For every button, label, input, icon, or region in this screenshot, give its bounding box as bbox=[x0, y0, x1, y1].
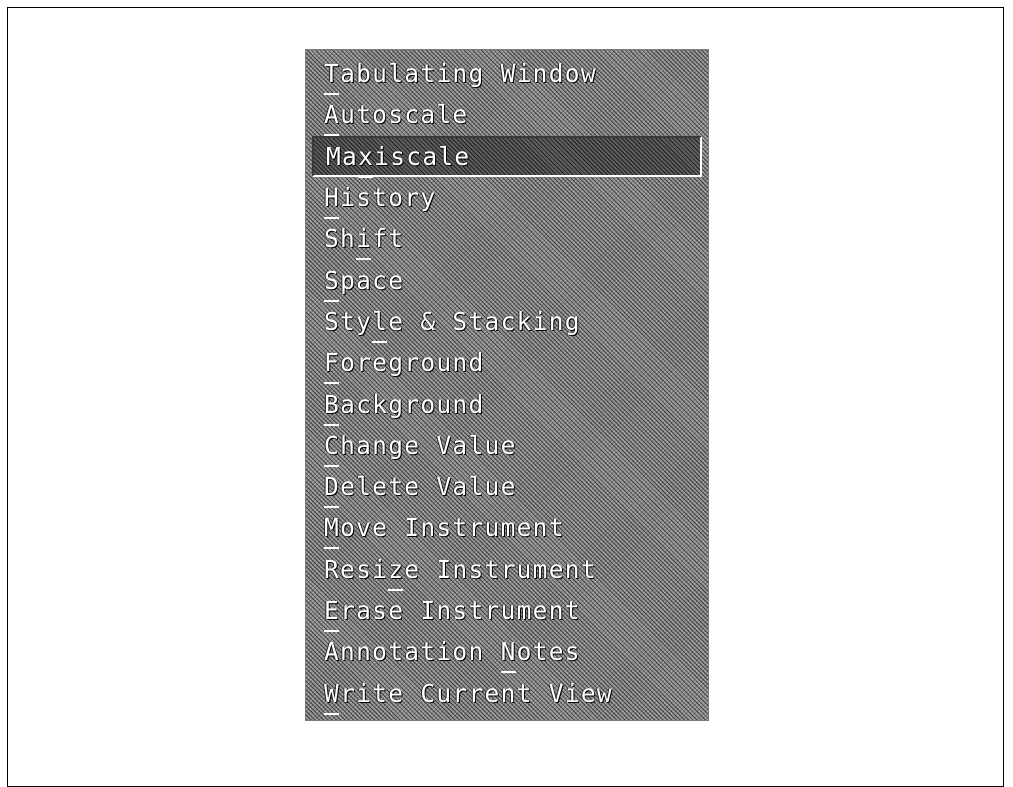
menu-item-foreground[interactable]: Foreground bbox=[306, 342, 708, 385]
menu-item-move-instrument[interactable]: Move Instrument bbox=[306, 507, 708, 550]
menu-item-autoscale[interactable]: Autoscale bbox=[306, 94, 708, 137]
menu-item-label: History bbox=[324, 183, 437, 220]
menu-item-label: Space bbox=[324, 265, 405, 302]
menu-item-style-stacking[interactable]: Style & Stacking bbox=[306, 301, 708, 343]
menu-item-maxiscale[interactable]: Maxiscale bbox=[312, 135, 702, 178]
menu-item-background[interactable]: Background bbox=[306, 383, 708, 426]
context-menu: Tabulating Window Autoscale Maxiscale Hi… bbox=[305, 49, 709, 721]
menu-item-erase-instrument[interactable]: Erase Instrument bbox=[306, 590, 708, 632]
menu-item-label: Autoscale bbox=[324, 100, 469, 137]
menu-item-label: Foreground bbox=[324, 348, 485, 385]
menu-item-label: Style & Stacking bbox=[324, 306, 581, 343]
menu-item-space[interactable]: Space bbox=[306, 259, 708, 302]
menu-item-resize-instrument[interactable]: Resize Instrument bbox=[306, 549, 708, 591]
menu-item-label: Write Current View bbox=[324, 678, 613, 715]
menu-item-label: Shift bbox=[324, 224, 405, 261]
menu-item-label: Erase Instrument bbox=[324, 596, 581, 632]
menu-item-annotation-notes[interactable]: Annotation Notes bbox=[306, 631, 708, 674]
menu-item-change-value[interactable]: Change Value bbox=[306, 425, 708, 467]
menu-item-label: Resize Instrument bbox=[324, 554, 597, 591]
menu-item-shift[interactable]: Shift bbox=[306, 218, 708, 261]
menu-item-label: Change Value bbox=[324, 430, 517, 467]
menu-item-label: Delete Value bbox=[324, 472, 517, 509]
menu-item-delete-value[interactable]: Delete Value bbox=[306, 466, 708, 509]
menu-item-label: Tabulating Window bbox=[324, 59, 597, 96]
menu-item-label: Move Instrument bbox=[324, 513, 565, 550]
menu-item-history[interactable]: History bbox=[306, 177, 708, 220]
menu-item-tabulating-window[interactable]: Tabulating Window bbox=[306, 53, 708, 96]
menu-item-label: Annotation Notes bbox=[324, 637, 581, 674]
menu-item-label: Background bbox=[324, 389, 485, 426]
menu-item-write-current-view[interactable]: Write Current View bbox=[306, 672, 708, 715]
menu-item-label: Maxiscale bbox=[326, 141, 471, 178]
